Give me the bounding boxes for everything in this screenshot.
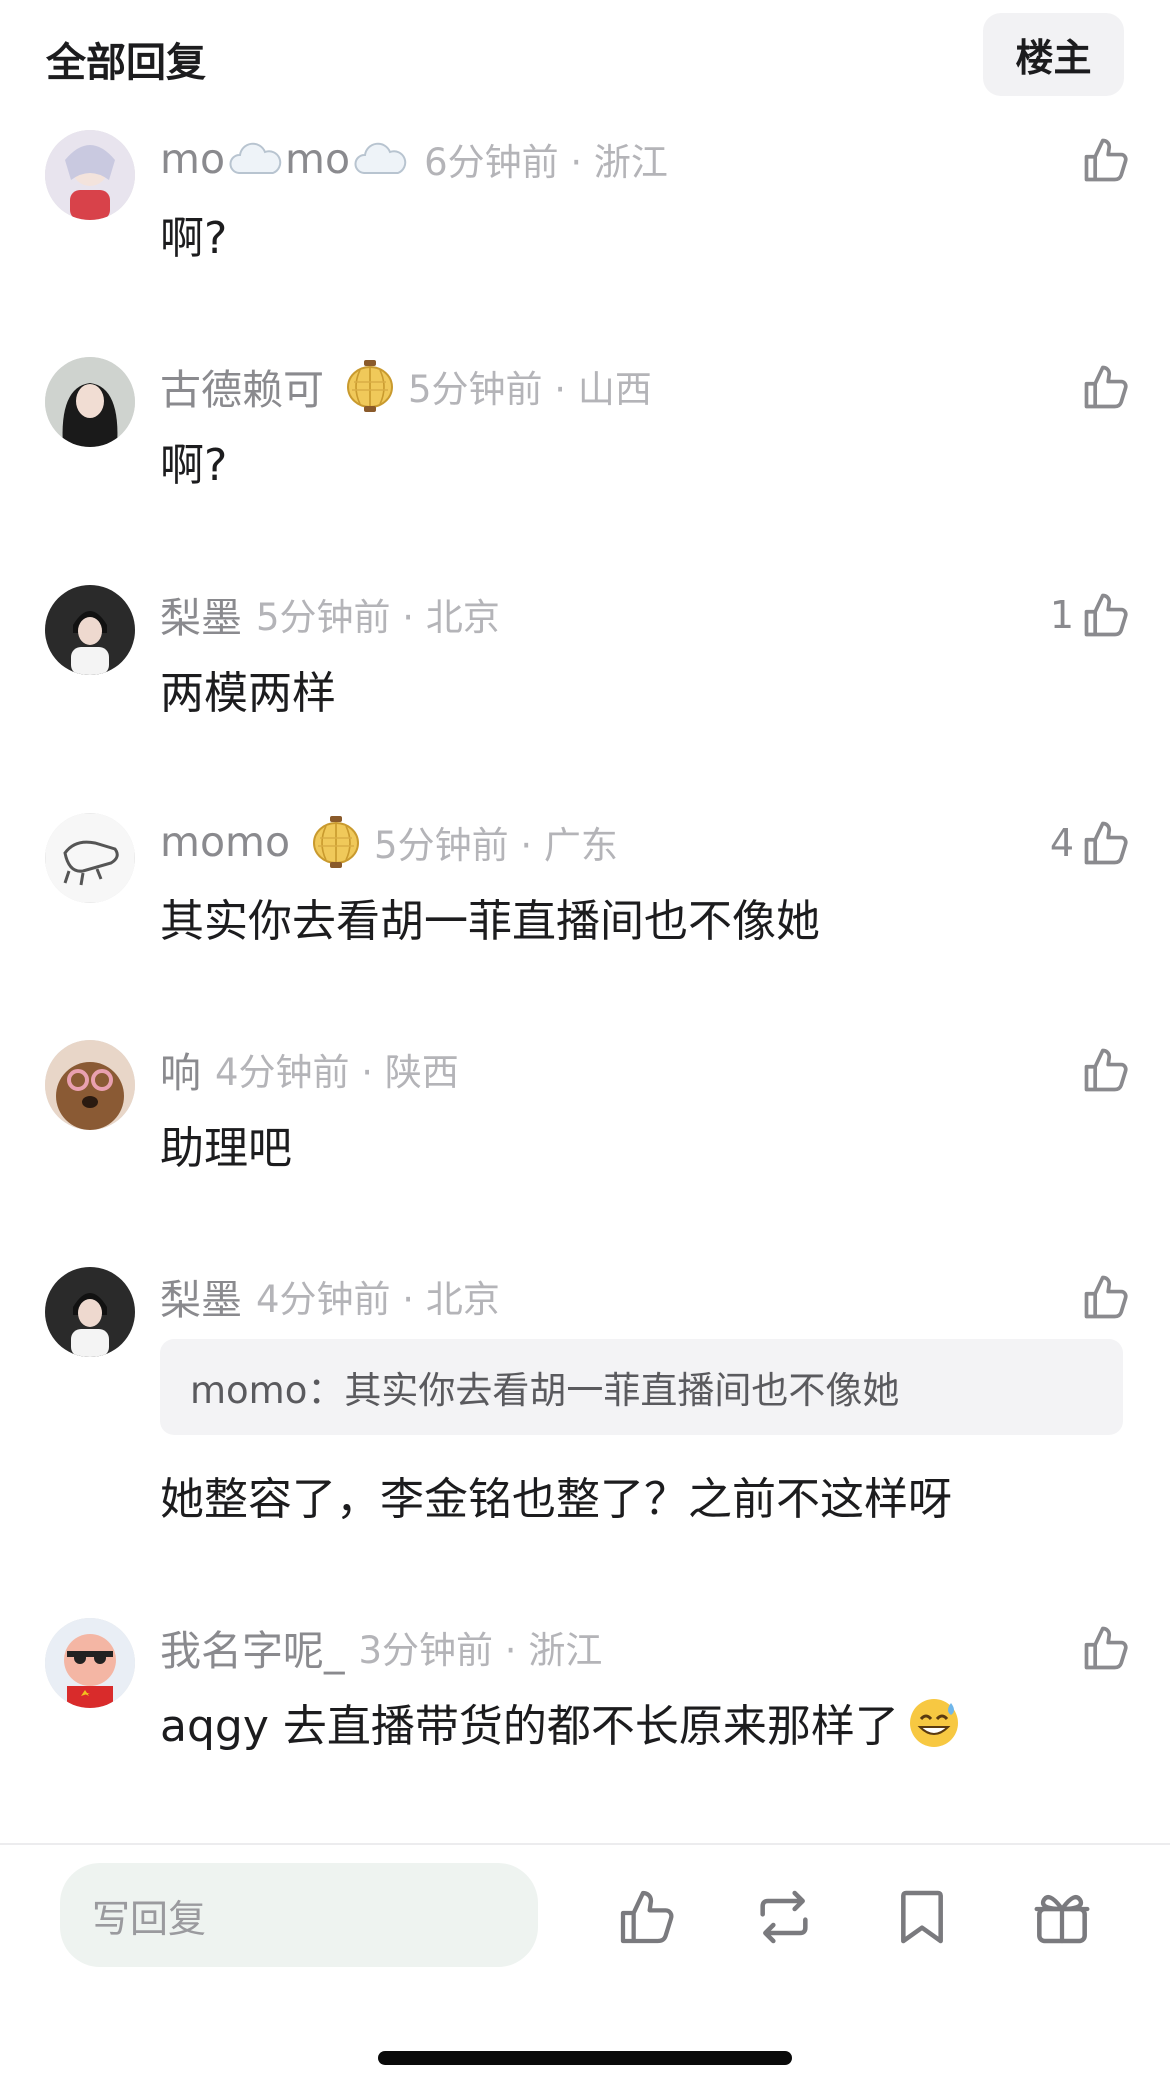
comment-text: 其实你去看胡一菲直播间也不像她 — [160, 896, 820, 947]
like-count: 1 — [1049, 593, 1074, 637]
header: 全部回复 楼主 — [0, 0, 1170, 110]
thumbs-up-icon — [1080, 1622, 1132, 1674]
comment-meta: 梨墨 4分钟前 · 北京 — [160, 1266, 500, 1326]
thumbs-up-icon — [1080, 1044, 1132, 1096]
avatar[interactable] — [45, 357, 135, 447]
bookmark-icon[interactable] — [890, 1885, 954, 1949]
like-button[interactable] — [1074, 357, 1132, 417]
like-count: 4 — [1049, 821, 1074, 865]
avatar[interactable] — [45, 1618, 135, 1708]
timestamp-location: 4分钟前 · 北京 — [256, 1278, 500, 1321]
footer-divider — [0, 1843, 1170, 1845]
username[interactable]: 梨墨 — [160, 584, 242, 644]
repost-icon[interactable] — [752, 1885, 816, 1949]
comment-text: 助理吧 — [160, 1123, 292, 1174]
username[interactable]: 响 — [160, 1039, 201, 1099]
timestamp-location: 6分钟前 · 浙江 — [424, 141, 668, 184]
like-button[interactable]: 1 — [1050, 585, 1132, 645]
comment-meta: 古德赖可 5分钟前 · 山西 — [160, 356, 652, 416]
avatar[interactable] — [45, 1267, 135, 1357]
username[interactable]: 梨墨 — [160, 1266, 242, 1326]
thumbs-up-icon — [1080, 134, 1132, 186]
like-button[interactable] — [1074, 1618, 1132, 1678]
timestamp-location: 4分钟前 · 陕西 — [215, 1051, 459, 1094]
owner-filter-button[interactable]: 楼主 — [983, 13, 1124, 96]
thumbs-up-icon[interactable] — [615, 1885, 679, 1949]
reply-input[interactable]: 写回复 — [60, 1863, 538, 1967]
comment-meta: 我名字呢_ 3分钟前 · 浙江 — [160, 1617, 603, 1677]
cloud-icon — [227, 139, 283, 179]
thumbs-up-icon — [1080, 361, 1132, 413]
avatar[interactable] — [45, 1040, 135, 1130]
avatar[interactable] — [45, 813, 135, 903]
like-button[interactable] — [1074, 130, 1132, 190]
comment-meta: 梨墨 5分钟前 · 北京 — [160, 584, 500, 644]
avatar[interactable] — [45, 130, 135, 220]
page-title: 全部回复 — [46, 40, 206, 86]
comment-text: 两模两样 — [160, 668, 336, 719]
username[interactable]: momo — [160, 818, 290, 866]
username-part[interactable]: mo — [285, 135, 350, 183]
timestamp-location: 5分钟前 · 北京 — [256, 596, 500, 639]
username[interactable]: 古德赖可 — [160, 356, 324, 416]
comment-text: 啊? — [160, 213, 228, 264]
quoted-reply[interactable]: momo：其实你去看胡一菲直播间也不像她 — [160, 1339, 1123, 1435]
comment-meta: 响 4分钟前 · 陕西 — [160, 1039, 459, 1099]
thumbs-up-icon — [1080, 589, 1132, 641]
comment-text: aqgy 去直播带货的都不长原来那样了 — [160, 1701, 899, 1752]
comment-meta: momo 5分钟前 · 广东 — [160, 815, 618, 869]
thumbs-up-icon — [1080, 1271, 1132, 1323]
timestamp-location: 5分钟前 · 广东 — [374, 824, 618, 867]
thumbs-up-icon — [1080, 817, 1132, 869]
like-button[interactable]: 4 — [1050, 813, 1132, 873]
avatar[interactable] — [45, 585, 135, 675]
like-button[interactable] — [1074, 1040, 1132, 1100]
comment-text: 她整容了，李金铭也整了？之前不这样呀 — [160, 1474, 952, 1525]
gift-icon[interactable] — [1030, 1885, 1094, 1949]
comment-text: 啊? — [160, 440, 228, 491]
timestamp-location: 5分钟前 · 山西 — [408, 368, 652, 411]
comment-meta: mo mo 6分钟前 · 浙江 — [160, 132, 668, 186]
like-button[interactable] — [1074, 1267, 1132, 1327]
comment-text-row: aqgy 去直播带货的都不长原来那样了 — [160, 1690, 961, 1754]
username[interactable]: 我名字呢_ — [160, 1617, 345, 1677]
home-indicator — [378, 2051, 792, 2065]
sweat-smile-emoji-icon — [909, 1699, 958, 1747]
cloud-icon — [352, 139, 408, 179]
lantern-badge-icon — [342, 358, 398, 414]
username[interactable]: mo — [160, 135, 225, 183]
timestamp-location: 3分钟前 · 浙江 — [358, 1629, 603, 1672]
lantern-badge-icon — [308, 814, 364, 870]
